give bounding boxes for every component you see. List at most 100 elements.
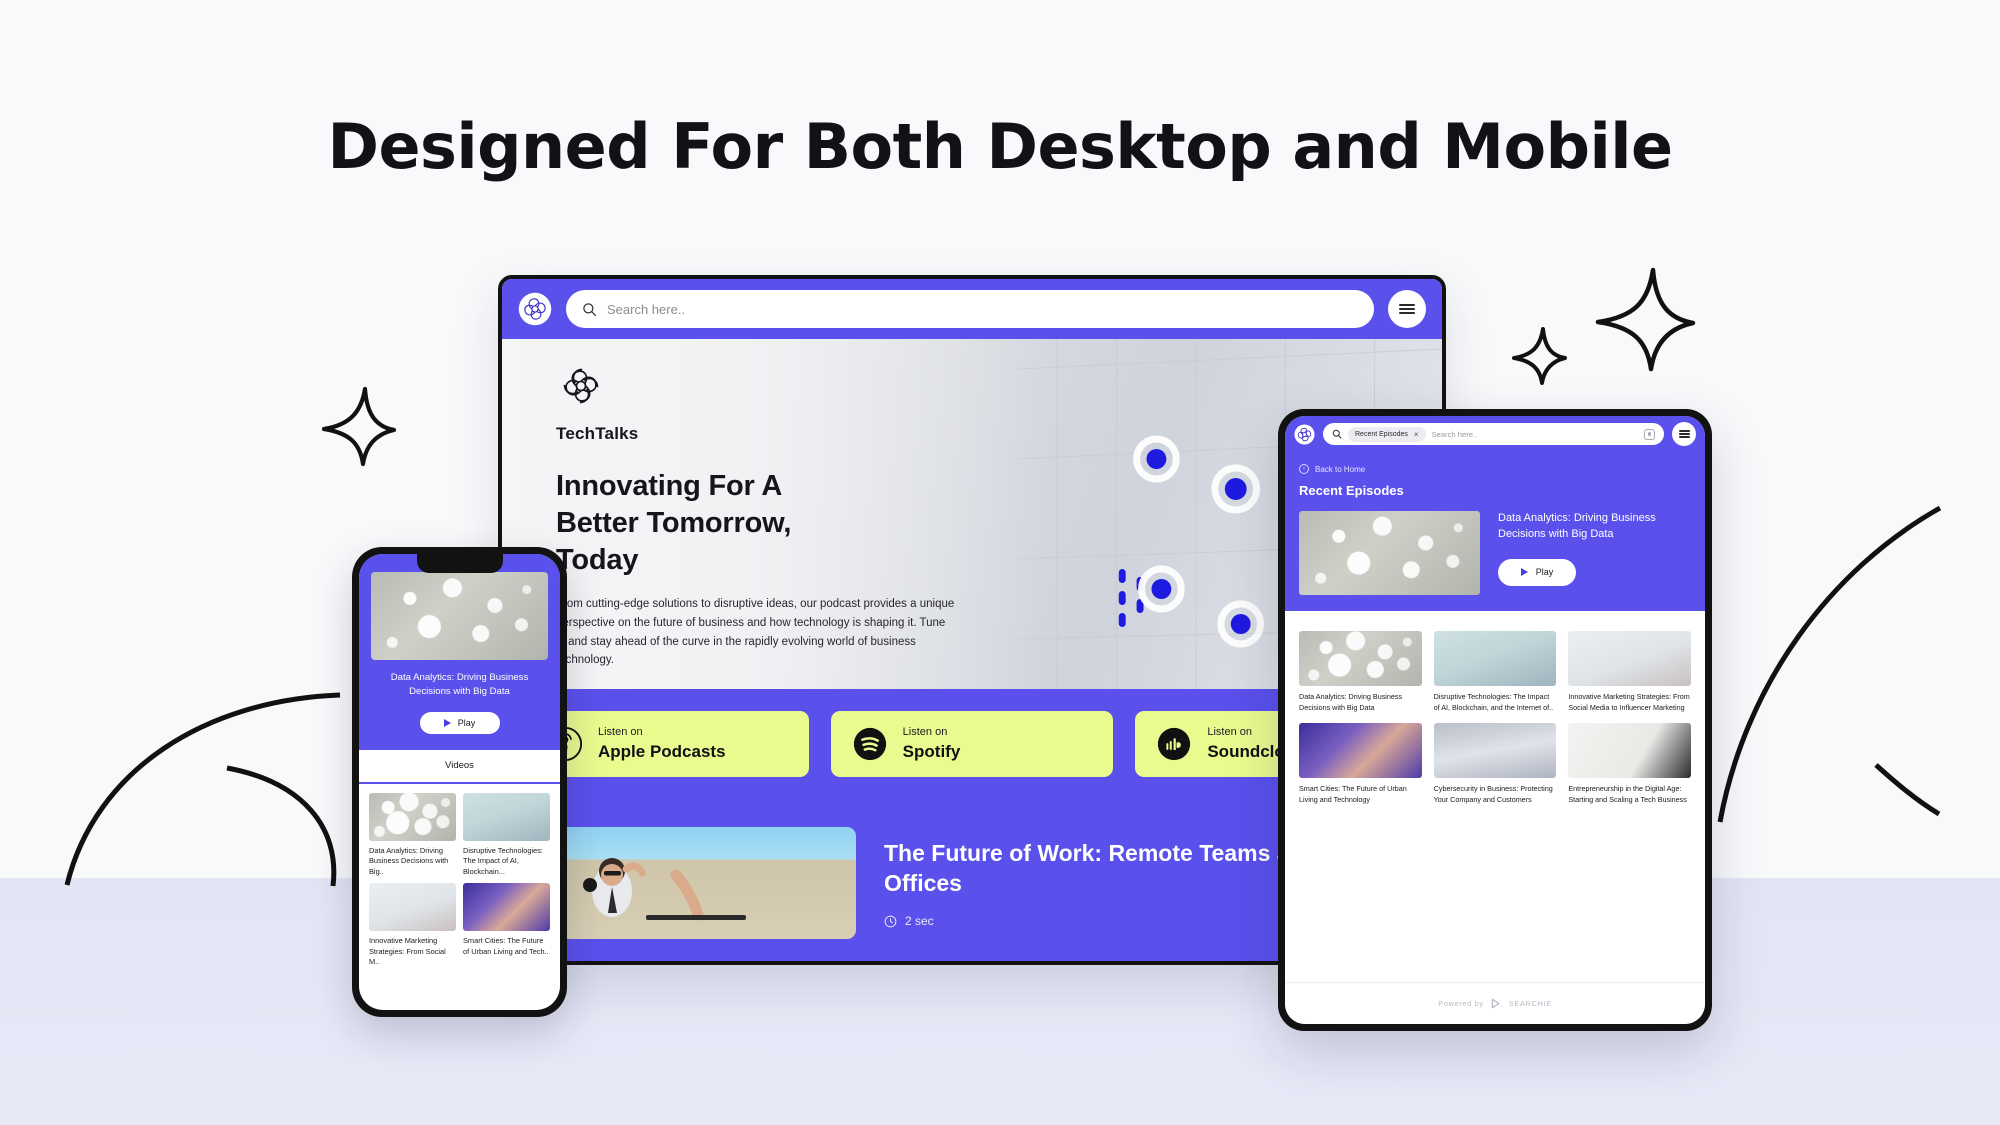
sparkle-icon-small bbox=[1512, 327, 1567, 385]
curve-stroke-arc bbox=[226, 765, 337, 887]
phone-hero-thumbnail[interactable] bbox=[371, 572, 548, 660]
searchie-brand-label: SEARCHIE bbox=[1508, 999, 1552, 1008]
episode-thumbnail bbox=[1433, 631, 1557, 686]
curve-stroke-right bbox=[1717, 505, 1942, 823]
hamburger-icon-line bbox=[1678, 433, 1690, 435]
episode-title: Cybersecurity in Business: Protecting Yo… bbox=[1433, 784, 1553, 804]
play-icon bbox=[1520, 568, 1528, 577]
list-item[interactable]: Innovative Marketing Strategies: From So… bbox=[1568, 631, 1691, 713]
episode-thumbnail bbox=[1568, 723, 1691, 779]
phone-play-button[interactable]: Play bbox=[419, 711, 500, 734]
video-thumbnail bbox=[369, 883, 456, 932]
tablet-hero-section: ‹ Back to Home Recent Episodes Data Anal… bbox=[1285, 452, 1705, 611]
phone-mockup: Data Analytics: Driving Business Decisio… bbox=[352, 547, 567, 1017]
video-thumbnail bbox=[463, 792, 550, 841]
video-title: Smart Cities: The Future of Urban Living… bbox=[463, 936, 549, 956]
apple-podcasts-eyebrow: Listen on bbox=[598, 725, 643, 738]
phone-screen: Data Analytics: Driving Business Decisio… bbox=[359, 554, 560, 1010]
tablet-episode-list: Data Analytics: Driving Business Decisio… bbox=[1285, 611, 1705, 1024]
list-item[interactable]: Innovative Marketing Strategies: From So… bbox=[369, 883, 456, 968]
listen-on-apple-podcasts-button[interactable]: Listen on Apple Podcasts bbox=[526, 711, 809, 777]
tablet-footer: Powered by SEARCHIE bbox=[1285, 982, 1705, 1024]
clock-icon bbox=[884, 915, 897, 928]
curve-stroke-left bbox=[64, 692, 341, 886]
soundcloud-icon bbox=[1158, 727, 1191, 761]
hero-title: Innovating For A Better Tomorrow, Today bbox=[556, 470, 792, 577]
tablet-play-button[interactable]: Play bbox=[1498, 558, 1576, 586]
tablet-topbar: Recent Episodes × Search here.. bbox=[1285, 416, 1705, 452]
listen-on-spotify-button[interactable]: Listen on Spotify bbox=[830, 711, 1114, 777]
stage: Designed For Both Desktop and Mobile Sea… bbox=[0, 0, 2000, 1125]
chevron-left-icon: ‹ bbox=[1299, 464, 1309, 474]
phone-video-grid: Data Analytics: Driving Business Decisio… bbox=[359, 784, 560, 977]
searchie-logo-icon bbox=[1491, 998, 1500, 1009]
techtalks-logo-icon[interactable] bbox=[518, 292, 552, 326]
list-item[interactable]: Disruptive Technologies: The Impact of A… bbox=[1433, 631, 1557, 713]
play-icon bbox=[443, 718, 451, 727]
sparkle-icon-large bbox=[1595, 267, 1696, 372]
tablet-episode-grid: Data Analytics: Driving Business Decisio… bbox=[1285, 611, 1705, 806]
episode-title: Entrepreneurship in the Digital Age: Sta… bbox=[1568, 784, 1687, 804]
tablet-featured-episode: Data Analytics: Driving Business Decisio… bbox=[1299, 511, 1691, 595]
desktop-search-input[interactable]: Search here.. bbox=[566, 290, 1374, 328]
desktop-menu-button[interactable] bbox=[1388, 290, 1426, 328]
list-item[interactable]: Cybersecurity in Business: Protecting Yo… bbox=[1433, 723, 1557, 805]
featured-episode-duration: 2 sec bbox=[905, 914, 934, 929]
episode-thumbnail bbox=[1433, 723, 1557, 779]
desktop-search-placeholder: Search here.. bbox=[607, 301, 686, 317]
desktop-hero-copy: TechTalks Innovating For A Better Tomorr… bbox=[556, 361, 976, 670]
video-thumbnail bbox=[463, 883, 550, 932]
spotify-icon bbox=[853, 727, 886, 761]
search-icon bbox=[1332, 429, 1342, 439]
tablet-search-input[interactable]: Recent Episodes × Search here.. bbox=[1323, 423, 1664, 445]
apple-podcasts-label: Apple Podcasts bbox=[598, 741, 726, 761]
brand-name: TechTalks bbox=[556, 424, 639, 443]
search-filter-chip[interactable]: Recent Episodes × bbox=[1348, 426, 1426, 442]
episode-title: Disruptive Technologies: The Impact of A… bbox=[1433, 692, 1554, 712]
hamburger-icon-line bbox=[1399, 304, 1415, 306]
list-item[interactable]: Smart Cities: The Future of Urban Living… bbox=[1299, 723, 1422, 805]
phone-tab-label: Videos bbox=[445, 760, 474, 772]
episode-thumbnail bbox=[1568, 631, 1691, 686]
tablet-menu-button[interactable] bbox=[1672, 422, 1696, 446]
list-item[interactable]: Smart Cities: The Future of Urban Living… bbox=[463, 883, 550, 968]
list-item[interactable]: Data Analytics: Driving Business Decisio… bbox=[1299, 631, 1422, 713]
phone-hero-title: Data Analytics: Driving Business Decisio… bbox=[390, 672, 529, 697]
phone-tab-videos[interactable]: Videos bbox=[359, 749, 560, 784]
episode-thumbnail bbox=[1299, 631, 1422, 686]
hamburger-icon-line bbox=[1399, 312, 1415, 314]
phone-notch bbox=[416, 554, 503, 573]
featured-episode-title: Data Analytics: Driving Business Decisio… bbox=[1498, 512, 1656, 540]
hamburger-icon-line bbox=[1678, 436, 1690, 438]
tablet-play-label: Play bbox=[1535, 567, 1554, 578]
list-item[interactable]: Data Analytics: Driving Business Decisio… bbox=[369, 792, 456, 878]
hero-description: From cutting-edge solutions to disruptiv… bbox=[556, 598, 955, 667]
episode-title: Innovative Marketing Strategies: From So… bbox=[1568, 692, 1690, 712]
spotify-eyebrow: Listen on bbox=[902, 725, 948, 738]
video-title: Disruptive Technologies: The Impact of A… bbox=[463, 845, 543, 876]
episode-title: Smart Cities: The Future of Urban Living… bbox=[1299, 784, 1407, 804]
list-item[interactable]: Disruptive Technologies: The Impact of A… bbox=[463, 792, 550, 878]
spotify-label: Spotify bbox=[902, 741, 961, 761]
close-icon[interactable]: × bbox=[1414, 430, 1419, 439]
tablet-search-placeholder: Search here.. bbox=[1431, 429, 1478, 439]
back-to-home-label: Back to Home bbox=[1315, 464, 1366, 474]
episode-thumbnail bbox=[1299, 723, 1422, 779]
camera-icon[interactable] bbox=[1644, 428, 1655, 440]
search-filter-chip-label: Recent Episodes bbox=[1355, 430, 1408, 438]
tablet-screen: Recent Episodes × Search here.. ‹ Back t… bbox=[1285, 416, 1705, 1024]
tablet-mockup: Recent Episodes × Search here.. ‹ Back t… bbox=[1278, 409, 1712, 1031]
episode-title: Data Analytics: Driving Business Decisio… bbox=[1299, 692, 1403, 712]
search-icon bbox=[583, 302, 597, 316]
video-thumbnail bbox=[369, 792, 456, 841]
techtalks-logo-mark-icon bbox=[563, 368, 599, 404]
page-headline: Designed For Both Desktop and Mobile bbox=[327, 110, 1673, 183]
back-to-home-link[interactable]: ‹ Back to Home bbox=[1299, 464, 1691, 474]
techtalks-logo-icon[interactable] bbox=[1294, 423, 1315, 445]
powered-by-label: Powered by bbox=[1438, 999, 1484, 1008]
section-title: Recent Episodes bbox=[1299, 483, 1404, 498]
hamburger-icon-line bbox=[1399, 308, 1415, 310]
list-item[interactable]: Entrepreneurship in the Digital Age: Sta… bbox=[1568, 723, 1691, 805]
featured-episode-thumbnail[interactable] bbox=[1299, 511, 1480, 595]
featured-episode-thumbnail bbox=[526, 827, 856, 939]
